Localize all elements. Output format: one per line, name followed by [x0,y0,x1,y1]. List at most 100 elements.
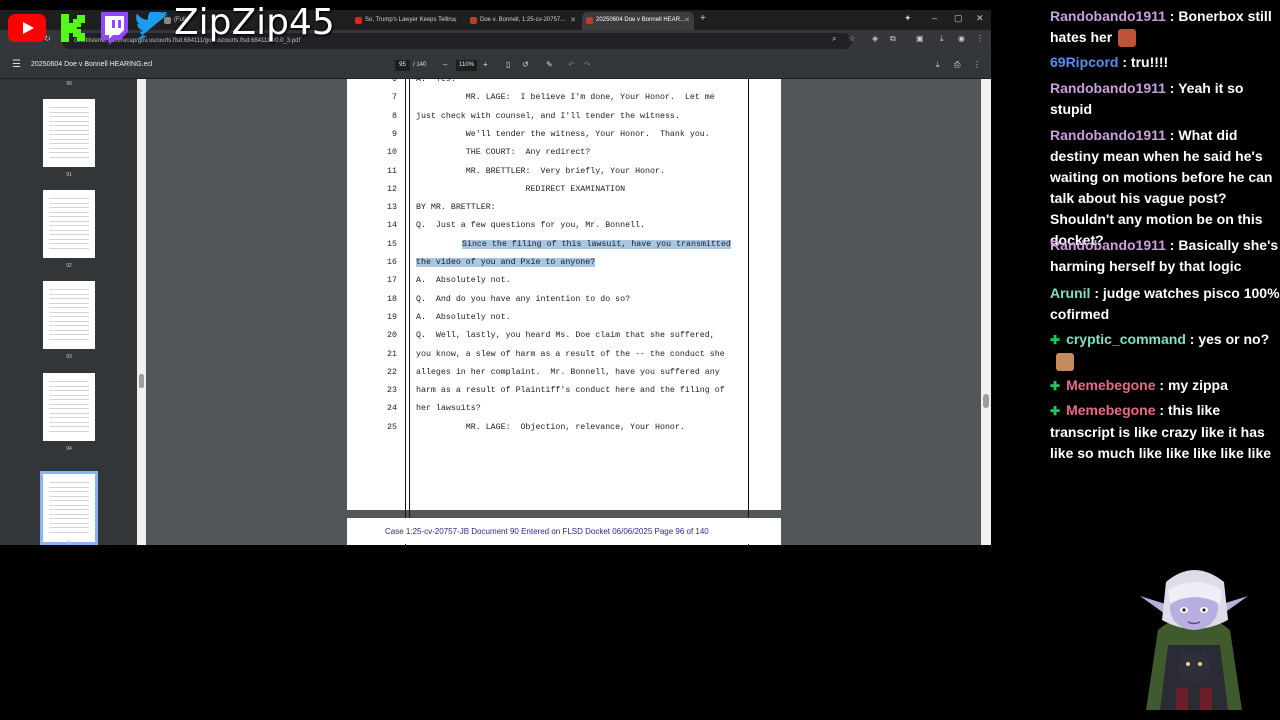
thumbnail-text-line [49,111,89,113]
browser-menu-icon[interactable]: ⋮ [976,34,984,43]
line-text[interactable]: Q. Just a few questions for you, Mr. Bon… [416,221,645,230]
print-icon[interactable]: ⎙ [954,60,960,70]
chat-username[interactable]: Randobando1911 [1050,127,1166,143]
thumbnail-text-line [49,289,89,290]
maximize-icon[interactable]: ▢ [954,13,963,24]
thumbnail-text-line [49,293,89,295]
line-text[interactable]: alleges in her complaint. Mr. Bonnell, h… [416,368,720,377]
bookmark-star-icon[interactable]: ☆ [848,34,855,43]
thumbnail-text-line [49,207,89,208]
minimize-icon[interactable]: – [932,13,937,23]
redo-icon[interactable]: ↷ [584,60,591,69]
viewer-scrollbar[interactable] [981,79,991,545]
chat-username[interactable]: Randobando1911 [1050,8,1166,24]
chat-username[interactable]: Arunil [1050,285,1090,301]
tab-youtube-video[interactable]: So, Trump's Lawyer Keeps Tellin... ✕ [351,12,461,30]
extension-icon[interactable]: ◈ [872,34,878,43]
download-icon[interactable]: ⤓ [940,34,944,44]
thumbnail-text-line [49,531,89,533]
thumbnail-page-selected[interactable] [40,471,98,545]
chat-message: Randobando1911 : What did destiny mean w… [1050,125,1280,251]
thumbnail-text-line [49,202,89,204]
pdf-page-next: Case 1:25-cv-20757-JB Document 90 Entere… [347,518,781,545]
line-text[interactable]: Q. And do you have any intention to do s… [416,295,630,304]
tab-hearing-pdf[interactable]: 20250604 Doe v Bonnell HEAR... ✕ [582,12,694,30]
thumbnail-page[interactable] [43,190,95,258]
line-text[interactable]: REDIRECT EXAMINATION [416,185,626,194]
line-text[interactable]: her lawsuits? [416,404,481,413]
line-text[interactable]: THE COURT: Any redirect? [416,148,590,157]
zoom-lens-icon[interactable]: ⌕ [832,34,836,44]
puzzle-icon[interactable]: ⧉ [890,34,896,44]
chat-emote-icon [1056,353,1074,372]
line-text[interactable]: BY MR. BRETTLER: [416,203,496,212]
line-text[interactable]: just check with counsel, and I'll tender… [416,112,680,121]
line-text[interactable]: MR. BRETTLER: Very briefly, Your Honor. [416,167,665,176]
scrollbar-thumb[interactable] [139,374,144,388]
thumbnail-text-line [49,421,89,423]
zoom-in-icon[interactable]: + [483,60,488,69]
line-number: 10 [387,148,397,158]
line-text[interactable]: MR. LAGE: I believe I'm done, Your Honor… [416,93,715,102]
thumbnail-text-line [49,316,89,317]
line-text[interactable]: you know, a slew of harm as a result of … [416,350,725,359]
thumbnail-page[interactable] [43,281,95,349]
thumbnail-text-line [49,302,89,304]
new-tab-button[interactable]: + [700,13,706,24]
thumbnail-text-line [49,234,89,235]
thumbnail-text-line [49,504,89,506]
side-panel-icon[interactable]: ▣ [916,34,924,43]
sidebar-menu-icon[interactable]: ☰ [12,59,21,70]
thumbnail-text-line [49,518,89,519]
more-actions-icon[interactable]: ⋮ [973,60,981,69]
zoom-out-icon[interactable]: – [443,60,447,69]
chat-username[interactable]: Memebegone [1066,402,1155,418]
transcript-line: 18 Q. And do you have any intention to do… [347,295,781,313]
tab-courtlistener-docket[interactable]: Doe v. Bonnell, 1:25-cv-20757... ✕ [466,12,580,30]
chat-username[interactable]: 69Ripcord [1050,54,1118,70]
thumbnail-text-line [49,311,89,313]
page-number-input[interactable]: 95 [395,60,410,71]
thumbnail-text-line [49,325,89,326]
line-text[interactable]: harm as a result of Plaintiff's conduct … [416,386,725,395]
download-pdf-icon[interactable]: ⤓ [936,60,940,70]
thumbnail-text-line [49,211,89,213]
stream-layout: (Full... So, Trump's Lawyer Keeps Tellin… [0,0,1280,720]
line-text[interactable]: We'll tender the witness, Your Honor. Th… [416,130,710,139]
line-text[interactable]: A. Absolutely not. [416,313,511,322]
close-tab-icon[interactable]: ✕ [570,16,576,24]
thumbnail-page[interactable] [43,99,95,167]
line-text[interactable]: Q. Well, lastly, you heard Ms. Doe claim… [416,331,715,340]
line-text[interactable]: A. Absolutely not. [416,276,511,285]
close-tab-icon[interactable]: ✕ [451,16,457,24]
chat-username[interactable]: Randobando1911 [1050,80,1166,96]
chat-username[interactable]: cryptic_command [1066,331,1186,347]
close-window-icon[interactable]: ✕ [976,13,984,24]
line-text[interactable]: A. Yes. [416,79,456,84]
extensions-icon[interactable]: ✦ [904,13,912,24]
line-text[interactable]: Since the filing of this lawsuit, have y… [462,239,731,249]
thumbnail-page[interactable] [43,373,95,441]
line-number: 25 [387,422,397,432]
pdf-viewer[interactable]: 6 A. Yes. 7 MR. LAGE: I believe I'm done, … [146,79,981,545]
chat-message: ✚ Memebegone : my zippa [1050,375,1280,397]
scrollbar-thumb[interactable] [983,394,989,408]
twitter-bird-logo-icon [136,12,169,39]
thumbnail-scrollbar[interactable] [137,79,146,545]
annotate-icon[interactable]: ✎ [546,60,553,69]
line-text[interactable]: MR. LAGE: Objection, relevance, Your Hon… [416,423,685,432]
line-text[interactable]: the video of you and Pxie to anyone? [416,258,596,267]
rotate-icon[interactable]: ↺ [522,60,529,69]
thumbnail-text-line [49,527,89,528]
close-tab-icon[interactable]: ✕ [684,16,690,24]
thumbnail-label: 92 [66,263,72,269]
fit-page-icon[interactable]: ▯ [506,60,510,69]
social-logos: ZipZip45 [0,0,340,52]
profile-icon[interactable]: ◉ [958,34,965,43]
zoom-input[interactable]: 110% [456,60,477,71]
transcript-line: 15 Since the filing of this lawsuit, have… [347,239,781,258]
undo-icon[interactable]: ↶ [568,60,575,69]
line-number: 24 [387,404,397,414]
chat-username[interactable]: Randobando1911 [1050,237,1166,253]
chat-username[interactable]: Memebegone [1066,377,1155,393]
